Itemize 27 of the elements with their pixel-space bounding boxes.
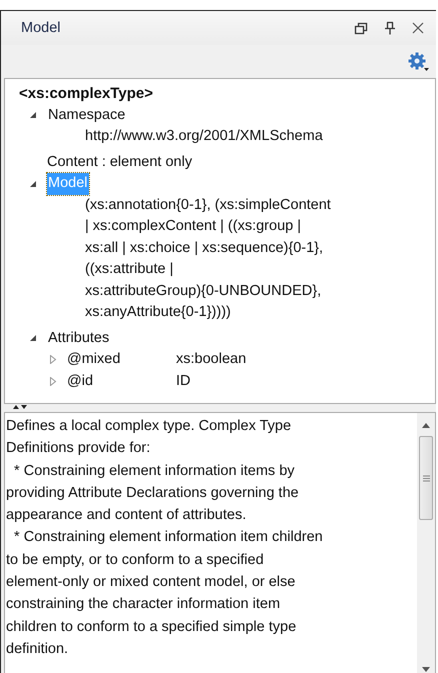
tree-node-label: Content : element only: [46, 152, 194, 172]
description-text: Defines a local complex type. Complex Type Definitions provide for: * Constraining element information items by providing Attribute Declarations governing the appearance and content of attributes. * Constraining element information item children to be empty, or to conform to a specified element-only or mixed content model, or else constraining the character information item children to conform to a specified simple type definition.: [5, 417, 324, 659]
expanded-triangle-icon[interactable]: [29, 111, 37, 120]
scroll-down-icon[interactable]: [422, 667, 430, 672]
gear-icon[interactable]: [408, 52, 430, 72]
expanded-triangle-icon[interactable]: [29, 334, 37, 342]
attribute-type: xs:boolean: [176, 350, 246, 369]
expanded-triangle-icon[interactable]: [29, 180, 37, 188]
pin-icon[interactable]: [384, 21, 396, 35]
node-value-text: (xs:annotation{0-1}, (xs:simpleContent | xs:complexContent | ((xs:group | xs:all | xs:choice | xs:sequence){0-1}, ((xs:attribute | xs:attributeGroup){0-UNBOUNDED}, xs:anyAttribute{0-1})))): [84, 196, 332, 322]
close-icon[interactable]: [412, 22, 424, 34]
collapsed-triangle-icon[interactable]: [49, 355, 57, 364]
grip-icon: [422, 474, 430, 482]
scrollbar[interactable]: [417, 413, 435, 673]
restore-icon[interactable]: [354, 21, 368, 35]
attribute-name[interactable]: @mixed: [67, 349, 176, 370]
scroll-up-icon[interactable]: [422, 423, 430, 428]
tree-root-label: <xs:complexType>: [19, 84, 154, 104]
panel-title: Model: [21, 20, 60, 36]
scrollbar-thumb[interactable]: [419, 436, 433, 520]
collapsed-triangle-icon[interactable]: [49, 376, 57, 386]
tree-node-label[interactable]: Attributes: [47, 328, 110, 349]
node-value-text: http://www.w3.org/2001/XMLSchema: [84, 127, 324, 146]
splitter-arrows-icon[interactable]: [13, 404, 27, 410]
tree-node-label[interactable]: Namespace: [47, 104, 126, 126]
attribute-type: ID: [176, 372, 190, 390]
attribute-name[interactable]: @id: [67, 370, 176, 392]
